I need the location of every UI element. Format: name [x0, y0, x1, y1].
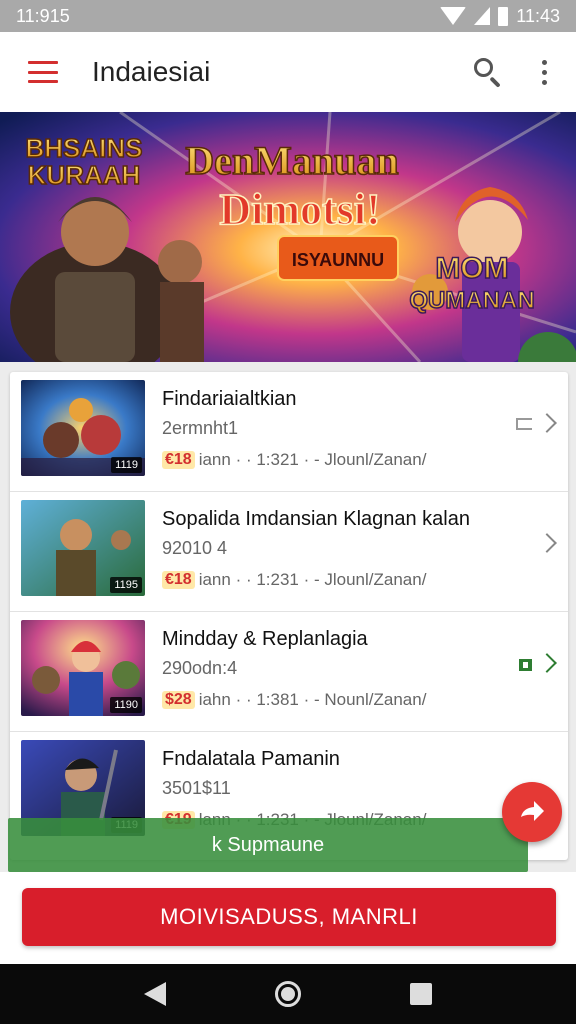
banner-headline-line2: Dimotsi!: [219, 185, 380, 234]
list-item[interactable]: 1195 Sopalida Imdansian Klagnan kalan 92…: [10, 492, 568, 612]
item-subtitle: 92010 4: [162, 538, 228, 558]
item-meta: €18 iann · · 1:321 · - Jlounl/Zanan/: [162, 450, 426, 470]
chevron-right-icon: [537, 413, 557, 433]
item-subtitle: 290odn:4: [162, 658, 238, 678]
cell-signal-icon: [474, 7, 491, 25]
price-badge: €18: [162, 451, 195, 469]
item-title: Sopalida Imdansian Klagnan kalan: [162, 508, 470, 530]
item-meta: €18 iann · · 1:231 · - Jlounl/Zanan/: [162, 570, 426, 590]
menu-icon[interactable]: [28, 61, 58, 83]
fab-arrow-icon: [521, 801, 544, 821]
snackbar[interactable]: k Supmaune: [8, 818, 528, 872]
banner-logo-right-line1: MOM: [435, 252, 508, 285]
item-subtitle: 3501$11: [162, 778, 231, 798]
green-mark-icon[interactable]: [519, 659, 532, 671]
fab-button[interactable]: [502, 782, 562, 842]
snackbar-text: k Supmaune: [211, 833, 325, 856]
nav-back-icon[interactable]: [144, 982, 167, 1006]
game-list: 1119 Findariaialtkian 2ermnht1 €18 iann …: [10, 372, 568, 860]
app-bar: Indaiesiai: [0, 32, 576, 112]
app-title: Indaiesiai: [92, 56, 211, 87]
banner-headline-line1: DenManuan: [185, 138, 398, 183]
nav-home-icon[interactable]: [274, 981, 301, 1007]
game-thumbnail: 1119: [21, 380, 145, 476]
item-subtitle: 2ermnht1: [162, 418, 239, 438]
game-thumbnail: 1190: [21, 620, 145, 716]
more-vert-icon[interactable]: [534, 52, 554, 92]
system-nav-bar: [0, 964, 576, 1024]
item-title: Mindday & Replanlagia: [162, 628, 368, 650]
status-icons: 11:43: [440, 6, 560, 27]
status-time-left: 11:915: [16, 5, 70, 26]
promo-banner[interactable]: BHSAINS KURAAH DenManuan Dimotsi! ISYAUN…: [0, 112, 576, 362]
wifi-icon: [440, 7, 467, 25]
item-meta-text: iann · · 1:231 · - Jlounl/Zanan/: [198, 570, 427, 589]
price-badge: $28: [162, 691, 195, 709]
item-meta-text: iann · · 1:321 · - Jlounl/Zanan/: [198, 450, 427, 469]
chevron-right-icon: [537, 533, 557, 553]
battery-icon: [498, 6, 509, 26]
banner-logo-right-line2: QUMANAN: [409, 287, 534, 314]
item-meta-text: iahn · · 1:381 · - Nounl/Zanan/: [198, 690, 427, 709]
banner-tag: ISYAUNNU: [292, 250, 384, 270]
status-time-right: 11:43: [516, 5, 560, 26]
item-title: Fndalatala Pamanin: [162, 748, 340, 770]
list-item[interactable]: 1190 Mindday & Replanlagia 290odn:4 $28 …: [10, 612, 568, 732]
thumbnail-tag: 1195: [110, 577, 142, 593]
item-meta: $28 iahn · · 1:381 · - Nounl/Zanan/: [162, 690, 426, 710]
banner-logo-left-line1: BHSAINS: [25, 133, 142, 163]
thumbnail-tag: 1119: [111, 457, 142, 473]
item-title: Findariaialtkian: [162, 388, 297, 410]
primary-action-button[interactable]: MOIVISADUSS, MANRLI: [22, 888, 556, 946]
price-badge: €18: [162, 571, 195, 589]
share-icon[interactable]: [516, 418, 532, 430]
search-icon[interactable]: [468, 52, 508, 92]
nav-recents-icon[interactable]: [409, 983, 432, 1005]
banner-logo-left-line2: KURAAH: [28, 160, 141, 190]
chevron-right-icon: [537, 653, 557, 673]
thumbnail-tag: 1190: [110, 697, 142, 713]
promo-banner-art: BHSAINS KURAAH DenManuan Dimotsi! ISYAUN…: [0, 112, 576, 362]
list-item[interactable]: 1119 Findariaialtkian 2ermnht1 €18 iann …: [10, 372, 568, 492]
game-thumbnail: 1195: [21, 500, 145, 596]
status-bar: 11:915 11:43: [0, 0, 576, 32]
